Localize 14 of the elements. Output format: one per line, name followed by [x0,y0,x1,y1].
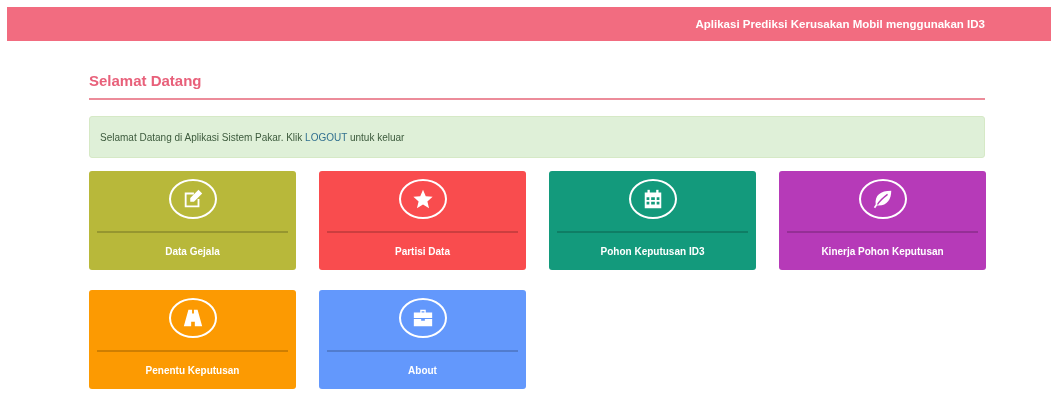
menu-tile[interactable]: Pohon Keputusan ID3 [549,171,756,270]
briefcase-icon [398,298,447,338]
welcome-message: Selamat Datang di Aplikasi Sistem Pakar. Klik LOGOUT untuk keluar [100,131,405,143]
edit-icon [168,179,217,219]
app-title: Aplikasi Prediksi Kerusakan Mobil menggunakan ID3 [695,18,985,30]
logout-link[interactable]: LOGOUT [305,131,348,143]
calendar-icon [628,179,677,219]
leaf-icon [858,179,907,219]
menu-tile[interactable]: Penentu Keputusan [89,290,296,389]
menu-tile[interactable]: Kinerja Pohon Keputusan [779,171,986,270]
menu-tile[interactable]: About [319,290,526,389]
menu-tile[interactable]: Data Gejala [89,171,296,270]
page-title: Selamat Datang [89,72,985,100]
menu-tile[interactable]: Partisi Data [319,171,526,270]
